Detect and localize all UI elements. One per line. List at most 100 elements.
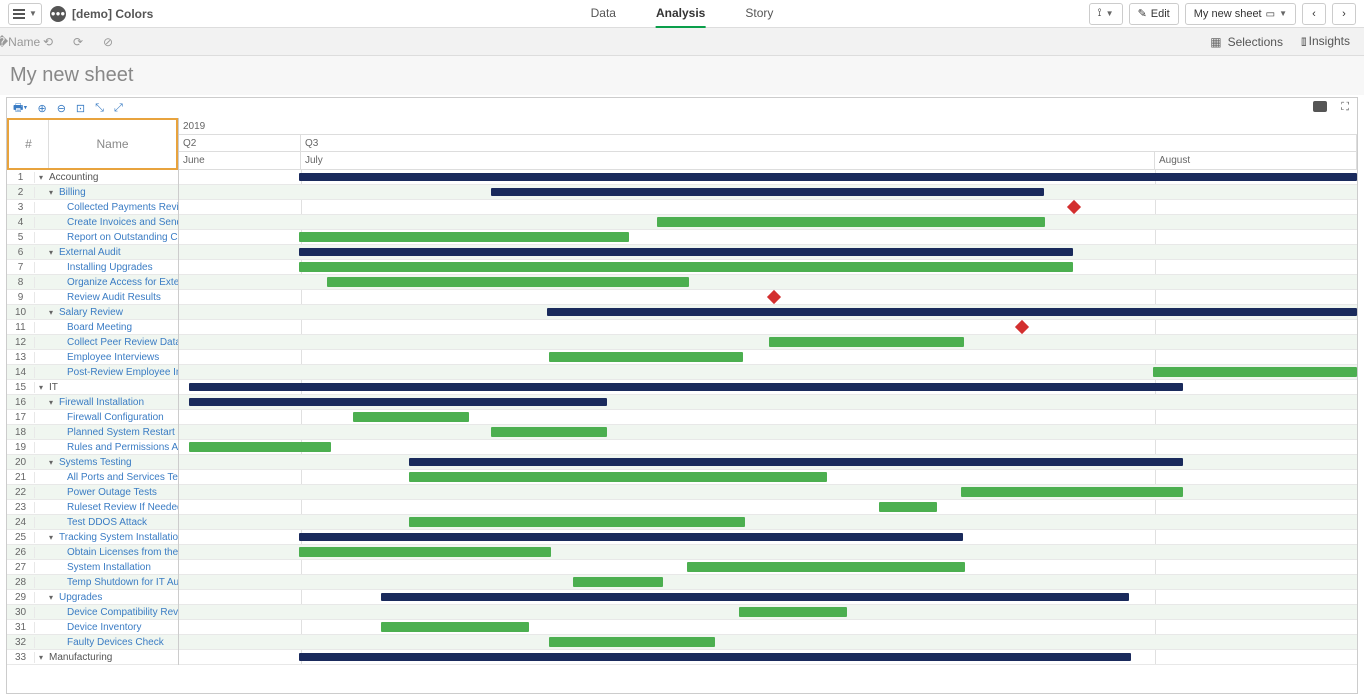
print-icon[interactable]: 🖶▾ (13, 99, 27, 118)
zoom-fit-icon[interactable]: ⊡ (76, 102, 85, 115)
row-name[interactable]: Collected Payments Revie (47, 202, 178, 213)
timeline-row[interactable] (179, 320, 1357, 335)
task-row[interactable]: 15▾IT (7, 380, 178, 395)
task-row[interactable]: 27System Installation (7, 560, 178, 575)
timeline-row[interactable] (179, 305, 1357, 320)
timeline-row[interactable] (179, 215, 1357, 230)
task-row[interactable]: 28Temp Shutdown for IT Aud (7, 575, 178, 590)
row-name[interactable]: Billing (57, 187, 178, 198)
task-row[interactable]: 12Collect Peer Review Data (7, 335, 178, 350)
row-toggle-icon[interactable]: ▾ (45, 398, 57, 407)
row-toggle-icon[interactable]: ▾ (45, 533, 57, 542)
timeline-row[interactable] (179, 515, 1357, 530)
task-row[interactable]: 8Organize Access for Extern (7, 275, 178, 290)
timeline-row[interactable] (179, 575, 1357, 590)
timeline-row[interactable] (179, 605, 1357, 620)
snapshot-icon[interactable] (1313, 101, 1327, 112)
row-name[interactable]: Collect Peer Review Data (47, 337, 178, 348)
row-name[interactable]: Board Meeting (47, 322, 178, 333)
row-name[interactable]: Employee Interviews (47, 352, 178, 363)
row-toggle-icon[interactable]: ▾ (45, 458, 57, 467)
row-name[interactable]: Rules and Permissions Aud (47, 442, 178, 453)
row-name[interactable]: Create Invoices and Send t (47, 217, 178, 228)
col-number[interactable]: # (9, 120, 49, 168)
timeline-row[interactable] (179, 455, 1357, 470)
task-row[interactable]: 7Installing Upgrades (7, 260, 178, 275)
timeline-row[interactable] (179, 425, 1357, 440)
row-name[interactable]: Firewall Configuration (47, 412, 178, 423)
step-back-icon[interactable]: ⟲ (38, 32, 58, 52)
task-bar[interactable] (381, 622, 529, 632)
task-row[interactable]: 11Board Meeting (7, 320, 178, 335)
expand-icon[interactable]: ⤡ (95, 102, 104, 115)
timeline-row[interactable] (179, 185, 1357, 200)
row-name[interactable]: Obtain Licenses from the V (47, 547, 178, 558)
edit-button[interactable]: Edit (1129, 3, 1179, 25)
task-bar[interactable] (299, 232, 629, 242)
task-row[interactable]: 23Ruleset Review If Needed (7, 500, 178, 515)
row-name[interactable]: Temp Shutdown for IT Aud (47, 577, 178, 588)
timeline-row[interactable] (179, 470, 1357, 485)
milestone-icon[interactable] (767, 290, 781, 304)
row-name[interactable]: Device Compatibility Revie (47, 607, 178, 618)
task-bar[interactable] (687, 562, 965, 572)
timeline-row[interactable] (179, 335, 1357, 350)
timeline-row[interactable] (179, 365, 1357, 380)
task-row[interactable]: 2▾Billing (7, 185, 178, 200)
timeline-row[interactable] (179, 410, 1357, 425)
task-bar[interactable] (657, 217, 1045, 227)
task-row[interactable]: 18Planned System Restart (7, 425, 178, 440)
prev-sheet-button[interactable]: ‹ (1302, 3, 1326, 25)
task-row[interactable]: 25▾Tracking System Installation (7, 530, 178, 545)
task-bar[interactable] (299, 547, 551, 557)
row-name[interactable]: Faulty Devices Check (47, 637, 178, 648)
task-row[interactable]: 30Device Compatibility Revie (7, 605, 178, 620)
row-name[interactable]: Manufacturing (47, 652, 178, 663)
step-forward-icon[interactable]: ⟳ (68, 32, 88, 52)
row-name[interactable]: All Ports and Services Test (47, 472, 178, 483)
task-row[interactable]: 9Review Audit Results (7, 290, 178, 305)
task-row[interactable]: 19Rules and Permissions Aud (7, 440, 178, 455)
milestone-icon[interactable] (1015, 320, 1029, 334)
task-bar[interactable] (327, 277, 689, 287)
row-name[interactable]: Review Audit Results (47, 292, 178, 303)
task-row[interactable]: 24Test DDOS Attack (7, 515, 178, 530)
row-name[interactable]: System Installation (47, 562, 178, 573)
task-bar[interactable] (549, 637, 715, 647)
row-name[interactable]: Test DDOS Attack (47, 517, 178, 528)
timeline-row[interactable] (179, 275, 1357, 290)
task-row[interactable]: 13Employee Interviews (7, 350, 178, 365)
timeline-row[interactable] (179, 170, 1357, 185)
row-name[interactable]: Salary Review (57, 307, 178, 318)
smart-search-icon[interactable]: �Name (8, 32, 28, 52)
task-row[interactable]: 14Post-Review Employee Int (7, 365, 178, 380)
timeline-row[interactable] (179, 440, 1357, 455)
timeline-row[interactable] (179, 380, 1357, 395)
task-bar[interactable] (573, 577, 663, 587)
fullscreen-icon[interactable]: ⛶ (1341, 101, 1349, 114)
task-bar[interactable] (353, 412, 469, 422)
row-name[interactable]: Installing Upgrades (47, 262, 178, 273)
clear-selections-icon[interactable]: ⊘ (98, 32, 118, 52)
task-bar[interactable] (961, 487, 1183, 497)
row-name[interactable]: Systems Testing (57, 457, 178, 468)
row-name[interactable]: Ruleset Review If Needed (47, 502, 178, 513)
task-row[interactable]: 4Create Invoices and Send t (7, 215, 178, 230)
gantt-chart[interactable]: 🖶▾ ⊕ ⊖ ⊡ ⤡ ⤢ ⛶ # Name 1▾Accounting2▾Bill… (6, 97, 1358, 694)
next-sheet-button[interactable]: › (1332, 3, 1356, 25)
row-name[interactable]: Power Outage Tests (47, 487, 178, 498)
task-row[interactable]: 22Power Outage Tests (7, 485, 178, 500)
timeline-row[interactable] (179, 500, 1357, 515)
row-name[interactable]: Firewall Installation (57, 397, 178, 408)
timeline-row[interactable] (179, 620, 1357, 635)
row-toggle-icon[interactable]: ▾ (45, 593, 57, 602)
tab-analysis[interactable]: Analysis (656, 0, 705, 28)
task-row[interactable]: 29▾Upgrades (7, 590, 178, 605)
task-row[interactable]: 31Device Inventory (7, 620, 178, 635)
summary-bar[interactable] (189, 383, 1183, 391)
row-name[interactable]: Device Inventory (47, 622, 178, 633)
task-row[interactable]: 5Report on Outstanding Co (7, 230, 178, 245)
summary-bar[interactable] (299, 653, 1131, 661)
timeline-row[interactable] (179, 530, 1357, 545)
tab-story[interactable]: Story (745, 0, 773, 28)
